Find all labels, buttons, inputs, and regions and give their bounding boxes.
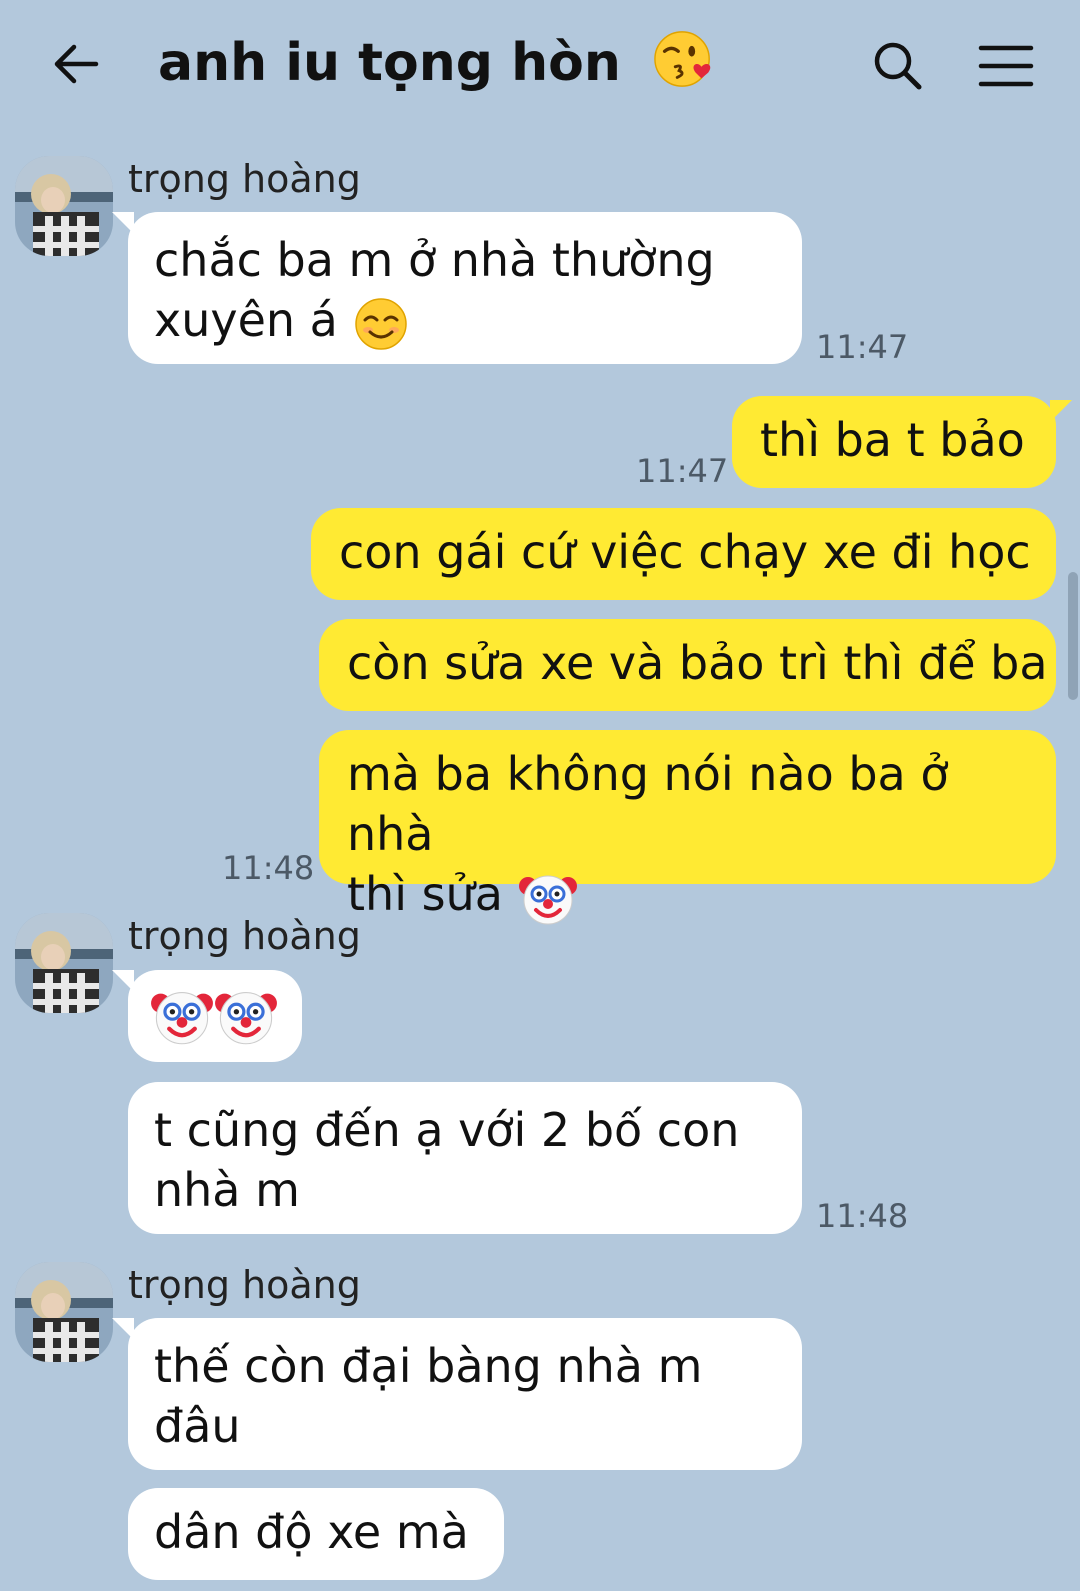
avatar[interactable] [15, 913, 113, 1013]
clown-face-icon [151, 991, 213, 1044]
message-text: còn sửa xe và bảo trì thì để ba [347, 636, 1048, 690]
message-timestamp: 11:48 [222, 849, 315, 887]
message-bubble-outgoing[interactable]: còn sửa xe và bảo trì thì để ba [319, 619, 1056, 711]
message-bubble-incoming[interactable] [128, 970, 302, 1062]
chat-title-text: anh iu tọng hòn [158, 33, 621, 93]
message-text-line2: xuyên á [154, 290, 776, 352]
message-text: mà ba không nói nào ba ở nhà [347, 747, 949, 861]
message-bubble-incoming[interactable]: chắc ba m ở nhà thường xuyên á [128, 212, 802, 364]
message-text-line2: thì sửa [347, 864, 1028, 928]
sender-name: trọng hoàng [128, 1263, 361, 1307]
smiling-face-icon [354, 297, 407, 350]
message-text: t cũng đến ạ với 2 bố con [154, 1103, 740, 1157]
message-text: chắc ba m ở nhà thường [154, 233, 715, 287]
message-bubble-incoming[interactable]: thế còn đại bàng nhà m đâu [128, 1318, 802, 1470]
chat-title: anh iu tọng hòn [158, 28, 715, 98]
message-text-line2: đâu [154, 1399, 241, 1453]
message-text: thế còn đại bàng nhà m [154, 1339, 703, 1393]
message-bubble-outgoing[interactable]: mà ba không nói nào ba ở nhà thì sửa [319, 730, 1056, 924]
message-bubble-outgoing[interactable]: con gái cứ việc chạy xe đi học [311, 508, 1056, 600]
message-text: thì ba t bảo [760, 413, 1025, 467]
face-blowing-a-kiss-icon [654, 31, 711, 87]
message-bubble-outgoing[interactable]: thì ba t bảo [732, 396, 1056, 488]
message-text-cont: xuyên á [154, 293, 338, 347]
clown-face-icon [215, 991, 277, 1044]
menu-icon[interactable] [978, 40, 1034, 92]
message-timestamp: 11:47 [636, 452, 729, 490]
sender-name: trọng hoàng [128, 157, 361, 201]
message-bubble-incoming[interactable]: dân độ xe mà [128, 1488, 504, 1580]
message-bubble-incoming[interactable]: t cũng đến ạ với 2 bố con nhà m [128, 1082, 802, 1234]
chat-header: anh iu tọng hòn [0, 0, 1080, 130]
back-arrow-icon[interactable] [50, 38, 102, 90]
message-text: con gái cứ việc chạy xe đi học [339, 525, 1031, 579]
avatar[interactable] [15, 1262, 113, 1362]
message-timestamp: 11:48 [816, 1197, 909, 1235]
avatar[interactable] [15, 156, 113, 256]
avatar-photo [15, 156, 113, 256]
clown-face-icon [518, 875, 577, 924]
scrollbar[interactable] [1068, 572, 1078, 700]
search-icon[interactable] [872, 40, 924, 92]
sender-name: trọng hoàng [128, 914, 361, 958]
avatar-photo [15, 913, 113, 1013]
bubble-tail [1050, 400, 1072, 422]
avatar-photo [15, 1262, 113, 1362]
message-text-cont: thì sửa [347, 867, 503, 921]
message-timestamp: 11:47 [816, 328, 909, 366]
message-text-line2: nhà m [154, 1163, 300, 1217]
message-text: dân độ xe mà [154, 1505, 469, 1559]
